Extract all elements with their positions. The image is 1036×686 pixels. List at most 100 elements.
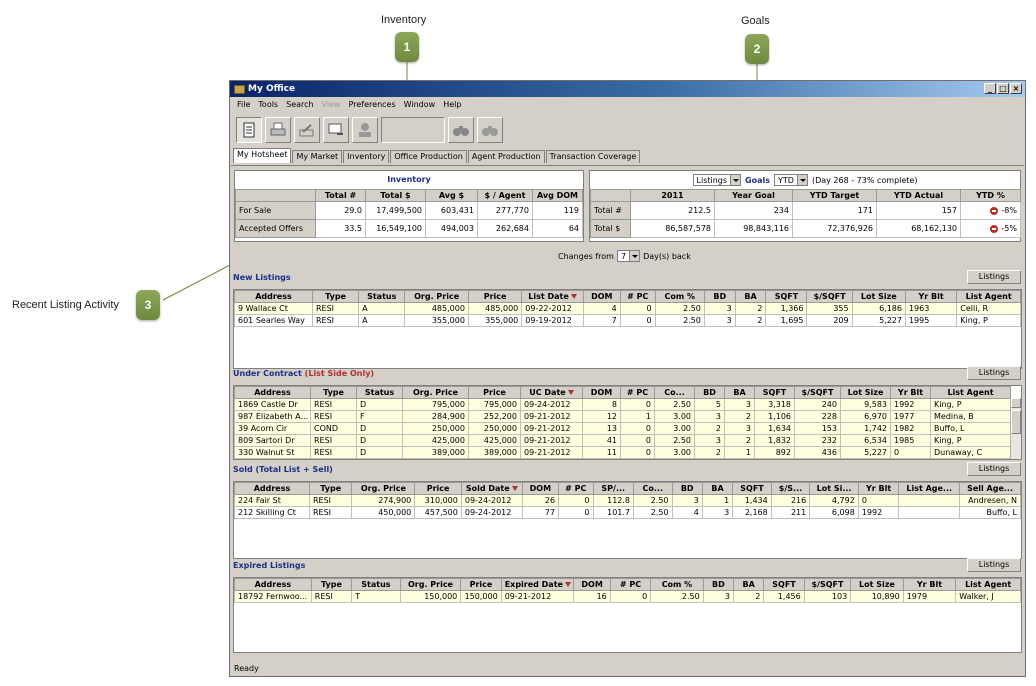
menu-file[interactable]: File [233,100,254,109]
column-header[interactable]: Address [234,482,310,495]
column-header[interactable]: DOM [573,578,611,591]
tab-office-production[interactable]: Office Production [390,150,467,163]
scroll-thumb[interactable] [1011,410,1021,434]
column-header[interactable]: Co... [654,386,695,399]
goals-type-select[interactable]: Listings [692,174,742,186]
tab-agent-production[interactable]: Agent Production [467,150,545,163]
column-header[interactable]: SQFT [765,290,808,303]
column-header[interactable]: SQFT [732,482,772,495]
table-row[interactable]: 601 Searles Way RESI A 355,000 355,000 09-19… [234,314,1021,327]
under-contract-button[interactable]: Listings [967,366,1021,380]
column-header[interactable]: Type [308,482,353,495]
column-header[interactable]: Yr Blt [890,386,931,399]
column-header[interactable]: BA [733,578,765,591]
column-header[interactable]: BA [734,290,767,303]
table-row[interactable]: 987 Elizabeth A... RESI F 284,900 252,200 09… [234,410,1011,423]
column-header[interactable]: # PC [619,290,656,303]
column-header[interactable]: List Agent [930,386,1011,399]
tab-transaction-coverage[interactable]: Transaction Coverage [545,150,641,163]
table-row[interactable]: 1869 Castle Dr RESI D 795,000 795,000 09-24-… [234,398,1011,411]
export-button[interactable] [294,117,320,143]
column-header[interactable]: Address [234,290,313,303]
column-header-sorted[interactable]: Expired Date [500,578,575,591]
column-header[interactable]: DOM [582,290,621,303]
column-header[interactable]: DOM [582,386,621,399]
tab-my-hotsheet[interactable]: My Hotsheet [233,148,292,163]
column-header[interactable]: BA [724,386,755,399]
minimize-button[interactable]: _ [984,83,996,94]
hotsheet-button[interactable] [236,117,262,143]
column-header[interactable]: Yr Blt [857,482,900,495]
column-header[interactable]: Price [468,386,521,399]
column-header[interactable]: List Agent [955,578,1021,591]
column-header[interactable]: Lot Si... [809,482,859,495]
search-button[interactable] [448,117,474,143]
column-header[interactable]: List Agent [956,290,1021,303]
column-header[interactable]: Com % [650,578,704,591]
goals-period-select[interactable]: YTD [774,174,808,186]
column-header[interactable]: Org. Price [351,482,416,495]
table-row[interactable]: Total # 212.5 234 171 157 -8% [590,201,1021,220]
column-header[interactable]: Co... [633,482,673,495]
column-header[interactable]: Sell Age... [959,482,1021,495]
print-button[interactable] [265,117,291,143]
menu-window[interactable]: Window [400,100,440,109]
column-header[interactable]: BD [694,386,725,399]
column-header[interactable]: SQFT [754,386,795,399]
table-row[interactable]: 18792 Fernwoo... RESI T 150,000 150,000 09-2… [234,590,1021,603]
days-back-select[interactable]: 7 [616,250,641,262]
column-header[interactable]: Price [467,290,523,303]
new-listings-button[interactable]: Listings [967,270,1021,284]
table-row[interactable]: Accepted Offers 33.5 16,549,100 494,003 … [235,219,583,238]
column-header[interactable]: Type [310,386,357,399]
column-header[interactable]: Lot Size [840,386,891,399]
column-header[interactable]: DOM [521,482,560,495]
advanced-search-button[interactable] [477,117,503,143]
column-header[interactable]: Lot Size [851,290,906,303]
column-header[interactable]: Org. Price [399,578,462,591]
menu-search[interactable]: Search [282,100,317,109]
scroll-up-icon[interactable] [1011,398,1021,408]
menu-tools[interactable]: Tools [254,100,282,109]
column-header[interactable]: Status [358,290,406,303]
column-header[interactable]: Type [310,578,353,591]
column-header[interactable]: BD [671,482,703,495]
column-header[interactable]: Price [414,482,462,495]
column-header[interactable]: Org. Price [402,386,469,399]
column-header[interactable]: Address [234,578,312,591]
column-header[interactable]: # PC [620,386,655,399]
table-row[interactable]: 39 Acorn Cir COND D 250,000 250,000 09-21-20… [234,422,1011,435]
column-header[interactable]: $/S... [770,482,811,495]
column-header[interactable]: Yr Blt [902,578,957,591]
column-header[interactable]: SP/... [592,482,635,495]
column-header[interactable]: BD [703,290,736,303]
table-row[interactable]: Total $ 86,587,578 98,843,116 72,376,926… [590,219,1021,238]
send-button[interactable] [323,117,349,143]
contact-button[interactable] [352,117,378,143]
table-row[interactable]: 212 Skilling Ct RESI 450,000 457,500 09-24-… [234,506,1021,519]
column-header[interactable]: $/SQFT [806,290,853,303]
column-header-sorted[interactable]: Sold Date [460,482,523,495]
column-header[interactable]: List Age... [898,482,961,495]
table-row[interactable]: 809 Sartori Dr RESI D 425,000 425,000 09-21-… [234,434,1011,447]
column-header[interactable]: SQFT [763,578,805,591]
expired-listings-button[interactable]: Listings [967,558,1021,572]
under-contract-scrollbar[interactable] [1010,398,1021,459]
maximize-button[interactable]: □ [997,83,1009,94]
table-row[interactable]: 330 Walnut St RESI D 389,000 389,000 09-21-2… [234,446,1011,459]
column-header[interactable]: Price [460,578,502,591]
column-header[interactable]: Lot Size [850,578,904,591]
column-header[interactable]: BA [701,482,734,495]
tab-inventory[interactable]: Inventory [343,150,390,163]
close-button[interactable]: × [1010,83,1022,94]
column-header[interactable]: $/SQFT [803,578,852,591]
table-row[interactable]: 9 Wallace Ct RESI A 485,000 485,000 09-22-20… [234,302,1021,315]
table-row[interactable]: For Sale 29.0 17,499,500 603,431 277,770… [235,201,583,220]
title-bar[interactable]: My Office _ □ × [230,81,1025,97]
column-header[interactable]: Status [356,386,403,399]
column-header-sorted[interactable]: UC Date [520,386,583,399]
column-header[interactable]: $/SQFT [794,386,841,399]
column-header[interactable]: Address [234,386,311,399]
column-header[interactable]: BD [702,578,735,591]
column-header[interactable]: Status [351,578,401,591]
